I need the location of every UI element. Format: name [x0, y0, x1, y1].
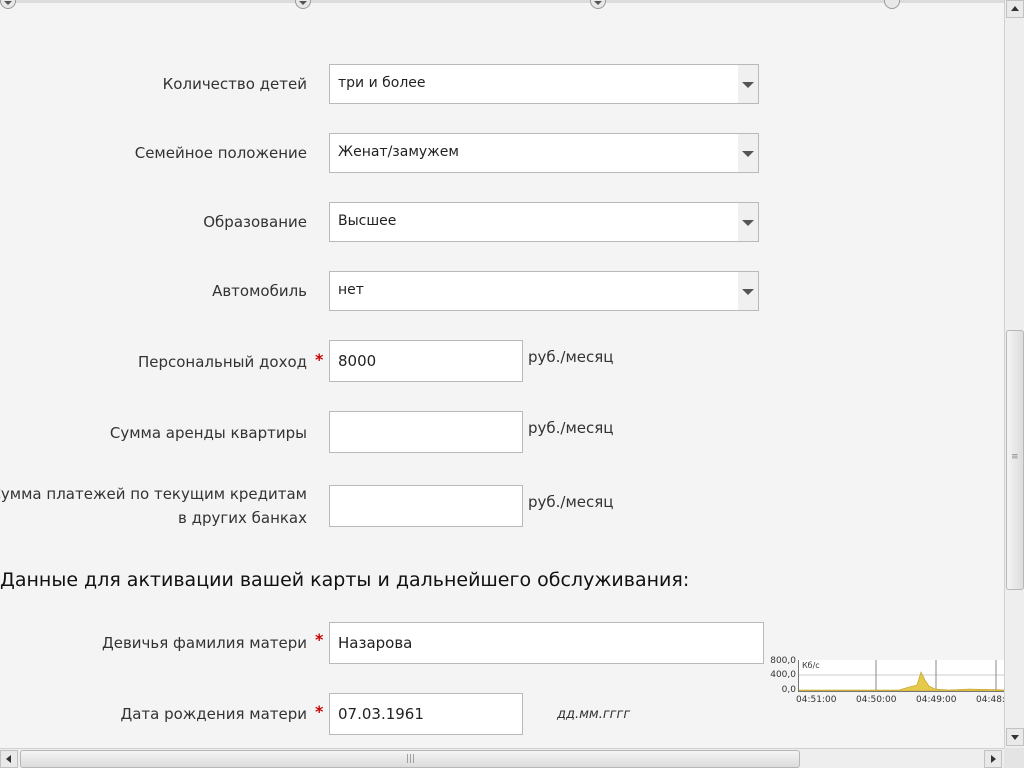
- vertical-scroll-thumb[interactable]: ≡: [1006, 330, 1024, 590]
- maiden-name-input[interactable]: [329, 622, 764, 664]
- graph-unit: Кб/с: [802, 661, 820, 670]
- children-select-value: три и более: [338, 75, 426, 91]
- education-select-value: Высшее: [338, 213, 397, 229]
- chevron-down-icon[interactable]: [738, 134, 758, 172]
- top-expand-icon[interactable]: [0, 0, 16, 9]
- required-asterisk: *: [315, 630, 324, 649]
- horizontal-scrollbar[interactable]: |||: [0, 748, 1004, 768]
- vertical-scrollbar[interactable]: ≡: [1004, 0, 1024, 748]
- top-expand-icon[interactable]: [295, 0, 311, 9]
- required-asterisk: *: [315, 702, 324, 721]
- x-tick-label: 04:50:00: [856, 695, 897, 705]
- page-viewport: Количество детей три и более Семейное по…: [0, 0, 1004, 748]
- rent-label: Сумма аренды квартиры: [109, 424, 307, 442]
- chevron-down-icon[interactable]: [738, 65, 758, 103]
- chevron-down-icon[interactable]: [738, 272, 758, 310]
- grip-icon: ≡: [1011, 452, 1019, 462]
- marital-select[interactable]: Женат/замужем: [329, 133, 759, 173]
- education-select[interactable]: Высшее: [329, 202, 759, 242]
- top-divider: [0, 0, 1004, 3]
- scroll-up-icon[interactable]: [1006, 0, 1024, 18]
- y-tick-label: 400,0: [770, 670, 796, 680]
- section-title: Данные для активации вашей карты и дальн…: [0, 569, 690, 591]
- scroll-left-icon[interactable]: [0, 750, 18, 768]
- scroll-right-icon[interactable]: [984, 750, 1002, 768]
- marital-label: Семейное положение: [134, 144, 307, 162]
- income-input[interactable]: [329, 340, 523, 382]
- required-asterisk: *: [315, 350, 324, 369]
- top-expand-icon[interactable]: [590, 0, 606, 9]
- marital-select-value: Женат/замужем: [338, 144, 459, 160]
- scrollbar-corner: [1004, 748, 1024, 768]
- children-label: Количество детей: [162, 75, 307, 93]
- x-tick-label: 04:51:00: [796, 695, 837, 705]
- rent-unit: руб./месяц: [528, 419, 614, 437]
- car-label: Автомобиль: [212, 282, 307, 300]
- income-unit: руб./месяц: [528, 348, 614, 366]
- credits-input[interactable]: [329, 485, 523, 527]
- rent-input[interactable]: [329, 411, 523, 453]
- children-select[interactable]: три и более: [329, 64, 759, 104]
- grip-icon: |||: [406, 754, 416, 764]
- traffic-graph: 800,0 400,0 0,0 Кб/с 04:51:00 04:50:00 0…: [770, 655, 1004, 710]
- car-select-value: нет: [338, 282, 364, 298]
- car-select[interactable]: нет: [329, 271, 759, 311]
- horizontal-scroll-thumb[interactable]: |||: [20, 750, 800, 768]
- date-format-hint: дд.мм.гггг: [557, 707, 631, 722]
- credits-label-line1: Сумма платежей по текущим кредитам: [0, 485, 307, 503]
- credits-unit: руб./месяц: [528, 493, 614, 511]
- y-tick-label: 0,0: [781, 685, 796, 695]
- graph-plot-area: [798, 660, 1004, 692]
- mother-birth-label: Дата рождения матери: [120, 705, 307, 723]
- mother-birth-input[interactable]: [329, 693, 523, 735]
- education-label: Образование: [203, 213, 307, 231]
- scroll-down-icon[interactable]: [1006, 728, 1024, 746]
- chevron-down-icon[interactable]: [738, 203, 758, 241]
- top-radio-icon[interactable]: [884, 0, 900, 9]
- graph-svg: [799, 660, 1004, 691]
- credits-label-line2: в других банках: [177, 509, 307, 527]
- y-tick-label: 800,0: [770, 656, 796, 666]
- x-tick-label: 04:48:00: [976, 695, 1004, 705]
- maiden-name-label: Девичья фамилия матери: [102, 634, 307, 652]
- income-label: Персональный доход: [137, 353, 307, 371]
- x-tick-label: 04:49:00: [916, 695, 957, 705]
